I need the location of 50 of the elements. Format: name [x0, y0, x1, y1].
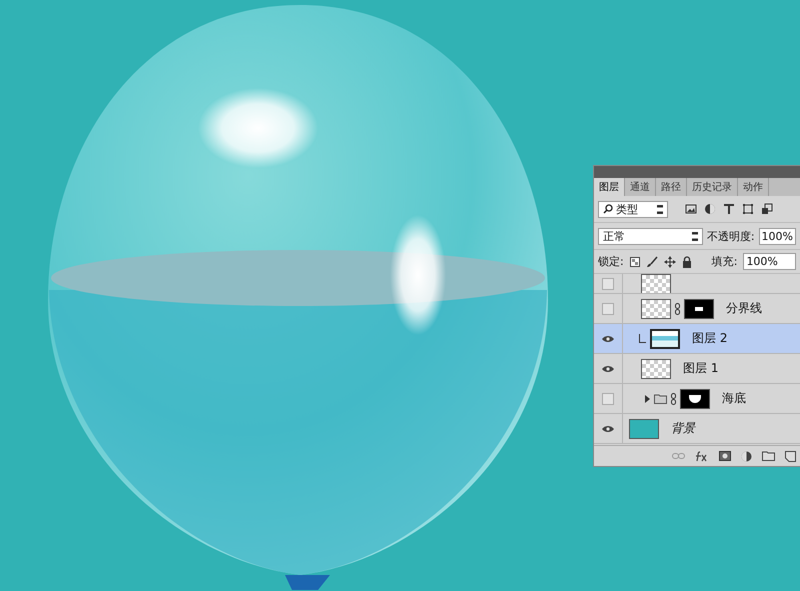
- fill-label: 填充:: [712, 254, 738, 269]
- image-icon[interactable]: [685, 203, 697, 215]
- layer-thumbnail: [629, 418, 659, 438]
- mask-icon[interactable]: [719, 451, 731, 461]
- visibility-toggle[interactable]: [602, 392, 614, 404]
- filter-dropdown[interactable]: 类型: [598, 200, 668, 218]
- layer-row[interactable]: 图层 1: [594, 354, 800, 384]
- blend-mode-dropdown[interactable]: 正常: [598, 228, 703, 244]
- layer-row[interactable]: 图层 2: [594, 324, 800, 354]
- clipping-arrow-icon: [639, 334, 646, 343]
- lock-label: 锁定:: [598, 254, 624, 269]
- folder-icon: [654, 394, 667, 404]
- checkerboard-icon[interactable]: [630, 256, 640, 266]
- visibility-toggle[interactable]: [602, 302, 614, 314]
- smart-object-icon[interactable]: [761, 203, 773, 215]
- effects-icon[interactable]: [695, 450, 709, 462]
- layer-mask-thumbnail: [684, 298, 714, 318]
- move-icon[interactable]: [664, 256, 676, 268]
- brush-icon[interactable]: [646, 256, 658, 268]
- visibility-toggle[interactable]: [602, 278, 614, 290]
- layer-row[interactable]: 背景: [594, 414, 800, 444]
- lock-icon[interactable]: [682, 256, 692, 268]
- layer-thumbnail: [650, 328, 680, 348]
- half-circle-icon[interactable]: [704, 203, 716, 215]
- eye-icon[interactable]: [602, 424, 614, 432]
- shape-icon[interactable]: [742, 203, 754, 215]
- layer-name[interactable]: 分界线: [726, 300, 762, 317]
- adjustment-icon[interactable]: [741, 450, 752, 462]
- layer-thumbnail: [641, 274, 671, 293]
- eye-icon[interactable]: [602, 364, 614, 372]
- chain-link-icon: [675, 302, 680, 314]
- folder-icon[interactable]: [762, 451, 775, 461]
- panel-tab[interactable]: 图层: [594, 178, 625, 196]
- fill-field[interactable]: 100%: [743, 253, 796, 270]
- layer-thumbnail: [641, 358, 671, 378]
- search-icon: [603, 204, 613, 214]
- eye-icon[interactable]: [602, 334, 614, 342]
- layer-mask-thumbnail: [680, 388, 710, 408]
- layer-name[interactable]: 海底: [722, 390, 746, 407]
- type-icon[interactable]: [723, 203, 735, 215]
- chain-link-icon: [671, 392, 676, 404]
- opacity-label: 不透明度:: [706, 228, 755, 244]
- new-layer-icon[interactable]: [785, 450, 796, 462]
- expand-triangle-icon[interactable]: [645, 394, 650, 402]
- layer-thumbnail: [641, 298, 671, 318]
- opacity-field[interactable]: 100%: [758, 228, 796, 244]
- layer-name[interactable]: 背景: [671, 420, 695, 437]
- layer-name[interactable]: 图层 1: [683, 360, 718, 377]
- layer-name[interactable]: 图层 2: [692, 330, 728, 347]
- layer-row[interactable]: 海底: [594, 384, 800, 414]
